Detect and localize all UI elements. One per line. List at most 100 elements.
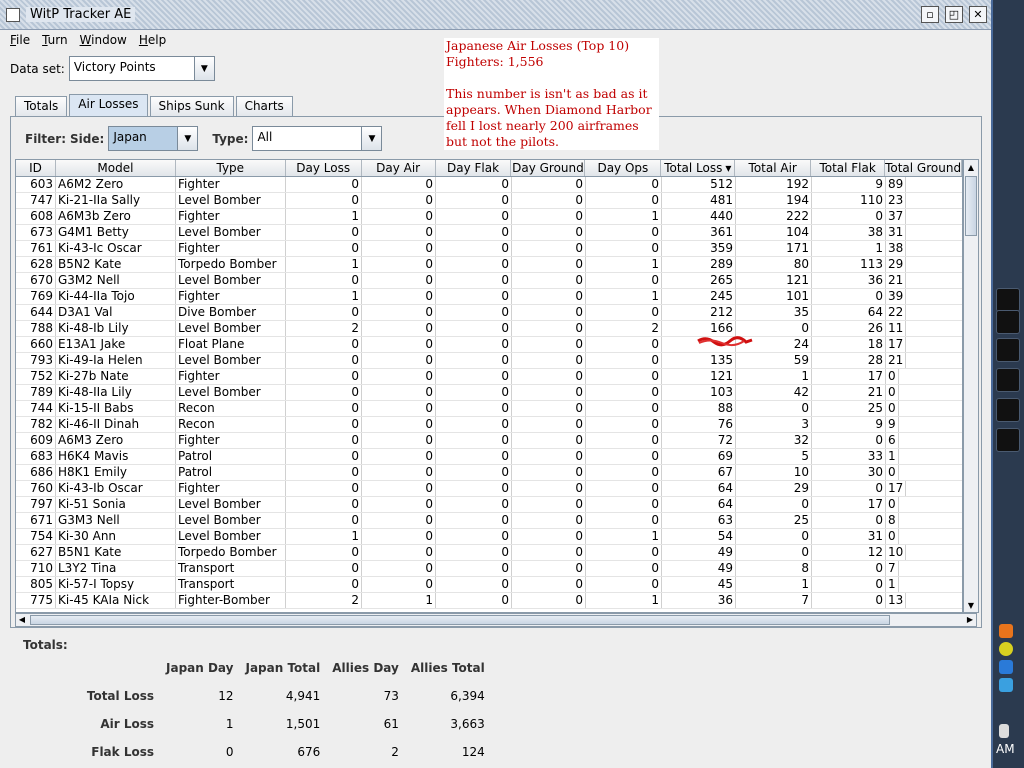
totals-row-label: Total Loss xyxy=(86,689,154,703)
taskbar-button[interactable] xyxy=(996,398,1020,422)
column-header[interactable]: ID xyxy=(16,160,56,176)
table-row[interactable]: 670 G3M2 Nell Level Bomber 0 0 0 0 0 265 121 36 21 xyxy=(16,273,962,289)
totals-row-label: Flak Loss xyxy=(91,745,154,759)
scroll-thumb[interactable] xyxy=(965,176,977,236)
column-header[interactable]: Total Flak xyxy=(811,160,886,176)
side-select[interactable]: Japan ▼ xyxy=(108,126,199,151)
vertical-scrollbar[interactable]: ▲ ▼ xyxy=(963,159,979,613)
tray-app-icon[interactable] xyxy=(999,660,1013,674)
tab-ships-sunk[interactable]: Ships Sunk xyxy=(149,96,234,116)
table-row[interactable]: 769 Ki-44-IIa Tojo Fighter 1 0 0 0 1 245 101 0 39 xyxy=(16,289,962,305)
title-bar[interactable]: WitP Tracker AE ▫ ◰ ✕ xyxy=(0,0,991,30)
table-cell: 89 xyxy=(886,177,907,192)
table-row[interactable]: 683 H6K4 Mavis Patrol 0 0 0 0 0 69 5 33 1 xyxy=(16,449,962,465)
table-cell: Fighter xyxy=(176,289,286,304)
table-cell: 101 xyxy=(736,289,812,304)
taskbar-button[interactable] xyxy=(996,428,1020,452)
column-header[interactable]: Day Loss xyxy=(286,160,362,176)
table-cell: 0 xyxy=(436,337,512,352)
column-header[interactable]: Total Ground xyxy=(885,160,962,176)
table-row[interactable]: 744 Ki-15-II Babs Recon 0 0 0 0 0 88 0 25 0 xyxy=(16,401,962,417)
chevron-down-icon[interactable]: ▼ xyxy=(193,57,214,80)
table-cell: 0 xyxy=(512,513,586,528)
tray-app-icon[interactable] xyxy=(999,642,1013,656)
table-cell: 788 xyxy=(16,321,56,336)
table-body: 603 A6M2 Zero Fighter 0 0 0 0 0 512 192 9 89 747 Ki-2… xyxy=(16,177,962,609)
table-row[interactable]: 747 Ki-21-IIa Sally Level Bomber 0 0 0 0 0 481 19… xyxy=(16,193,962,209)
column-header[interactable]: Day Ops xyxy=(585,160,662,176)
taskbar-button[interactable] xyxy=(996,288,1020,312)
scroll-left-icon[interactable]: ◀ xyxy=(16,614,28,626)
table-row[interactable]: 760 Ki-43-Ib Oscar Fighter 0 0 0 0 0 64 29 0 17 xyxy=(16,481,962,497)
column-header[interactable]: Day Air xyxy=(362,160,436,176)
column-header[interactable]: Total Air xyxy=(735,160,812,176)
table-cell: 49 xyxy=(662,561,736,576)
tray-app-icon[interactable] xyxy=(999,624,1013,638)
table-row[interactable]: 608 A6M3b Zero Fighter 1 0 0 0 1 440 222 0 37 xyxy=(16,209,962,225)
minimize-icon[interactable]: ▫ xyxy=(921,6,939,23)
taskbar-button[interactable] xyxy=(996,338,1020,362)
table-cell: 0 xyxy=(436,305,512,320)
tray-app-icon[interactable] xyxy=(999,678,1013,692)
table-cell: 0 xyxy=(286,465,362,480)
table-row[interactable]: 788 Ki-48-Ib Lily Level Bomber 2 0 0 0 2 166 0 26 1… xyxy=(16,321,962,337)
taskbar-button[interactable] xyxy=(996,368,1020,392)
table-cell: 686 xyxy=(16,465,56,480)
table-row[interactable]: 660 E13A1 Jake Float Plane 0 0 0 0 0 24 18 17 xyxy=(16,337,962,353)
table-row[interactable]: 752 Ki-27b Nate Fighter 0 0 0 0 0 121 1 17 0 xyxy=(16,369,962,385)
table-row[interactable]: 609 A6M3 Zero Fighter 0 0 0 0 0 72 32 0 6 xyxy=(16,433,962,449)
table-cell: 21 xyxy=(886,353,907,368)
table-row[interactable]: 710 L3Y2 Tina Transport 0 0 0 0 0 49 8 0 7 xyxy=(16,561,962,577)
taskbar-button[interactable] xyxy=(996,310,1020,334)
table-cell: 0 xyxy=(886,401,899,416)
maximize-icon[interactable]: ◰ xyxy=(945,6,963,23)
close-icon[interactable]: ✕ xyxy=(969,6,987,23)
chevron-down-icon[interactable]: ▼ xyxy=(361,127,382,150)
table-row[interactable]: 761 Ki-43-Ic Oscar Fighter 0 0 0 0 0 359 171 1 38 xyxy=(16,241,962,257)
type-select[interactable]: All ▼ xyxy=(252,126,383,151)
table-row[interactable]: 627 B5N1 Kate Torpedo Bomber 0 0 0 0 0 49 0 12 10 xyxy=(16,545,962,561)
table-cell: 23 xyxy=(886,193,907,208)
column-header[interactable]: Day Flak xyxy=(436,160,512,176)
tab-air-losses[interactable]: Air Losses xyxy=(69,94,148,116)
menu-window[interactable]: Window xyxy=(74,33,133,47)
scroll-thumb[interactable] xyxy=(30,615,890,625)
column-header[interactable]: Total Loss ▾ xyxy=(661,160,736,176)
tab-charts[interactable]: Charts xyxy=(235,96,293,116)
column-header[interactable]: Day Ground xyxy=(511,160,586,176)
scroll-right-icon[interactable]: ▶ xyxy=(964,614,976,626)
totals-col-header: Japan Day xyxy=(166,661,234,675)
table-row[interactable]: 673 G4M1 Betty Level Bomber 0 0 0 0 0 361 104 38 31 xyxy=(16,225,962,241)
table-row[interactable]: 671 G3M3 Nell Level Bomber 0 0 0 0 0 63 25 0 8 xyxy=(16,513,962,529)
horizontal-scrollbar[interactable]: ◀ ▶ xyxy=(15,613,977,627)
column-header[interactable]: Model xyxy=(56,160,176,176)
dataset-select[interactable]: Victory Points ▼ xyxy=(68,56,215,81)
menu-file[interactable]: File xyxy=(4,33,36,47)
table-row[interactable]: 789 Ki-48-IIa Lily Level Bomber 0 0 0 0 0 103 42 2… xyxy=(16,385,962,401)
menu-turn[interactable]: Turn xyxy=(36,33,73,47)
table-row[interactable]: 793 Ki-49-Ia Helen Level Bomber 0 0 0 0 0 135 59 2… xyxy=(16,353,962,369)
table-cell: 0 xyxy=(586,497,662,512)
table-row[interactable]: 754 Ki-30 Ann Level Bomber 1 0 0 0 1 54 0 31 0 xyxy=(16,529,962,545)
totals-row: Total Loss 12 4,941 73 6,394 xyxy=(74,682,491,710)
table-row[interactable]: 686 H8K1 Emily Patrol 0 0 0 0 0 67 10 30 0 xyxy=(16,465,962,481)
table-cell: 0 xyxy=(436,209,512,224)
volume-icon[interactable] xyxy=(999,724,1009,738)
table-row[interactable]: 775 Ki-45 KAIa Nick Fighter-Bomber 2 1 0 0 1 36 7… xyxy=(16,593,962,609)
table-row[interactable]: 805 Ki-57-I Topsy Transport 0 0 0 0 0 45 1 0 1 xyxy=(16,577,962,593)
scroll-down-icon[interactable]: ▼ xyxy=(964,598,978,612)
table-row[interactable]: 603 A6M2 Zero Fighter 0 0 0 0 0 512 192 9 89 xyxy=(16,177,962,193)
column-header[interactable]: Type xyxy=(176,160,286,176)
tab-totals[interactable]: Totals xyxy=(15,96,68,116)
table-row[interactable]: 644 D3A1 Val Dive Bomber 0 0 0 0 0 212 35 64 22 xyxy=(16,305,962,321)
table-cell: 0 xyxy=(362,577,436,592)
chevron-down-icon[interactable]: ▼ xyxy=(177,127,198,150)
table-row[interactable]: 782 Ki-46-II Dinah Recon 0 0 0 0 0 76 3 9 9 xyxy=(16,417,962,433)
scroll-up-icon[interactable]: ▲ xyxy=(964,160,978,174)
table-cell: 0 xyxy=(512,257,586,272)
table-row[interactable]: 628 B5N2 Kate Torpedo Bomber 1 0 0 0 1 289 80 113 2… xyxy=(16,257,962,273)
table-cell: 10 xyxy=(886,545,907,560)
table-cell: 0 xyxy=(362,497,436,512)
menu-help[interactable]: Help xyxy=(133,33,172,47)
table-row[interactable]: 797 Ki-51 Sonia Level Bomber 0 0 0 0 0 64 0 17 0 xyxy=(16,497,962,513)
